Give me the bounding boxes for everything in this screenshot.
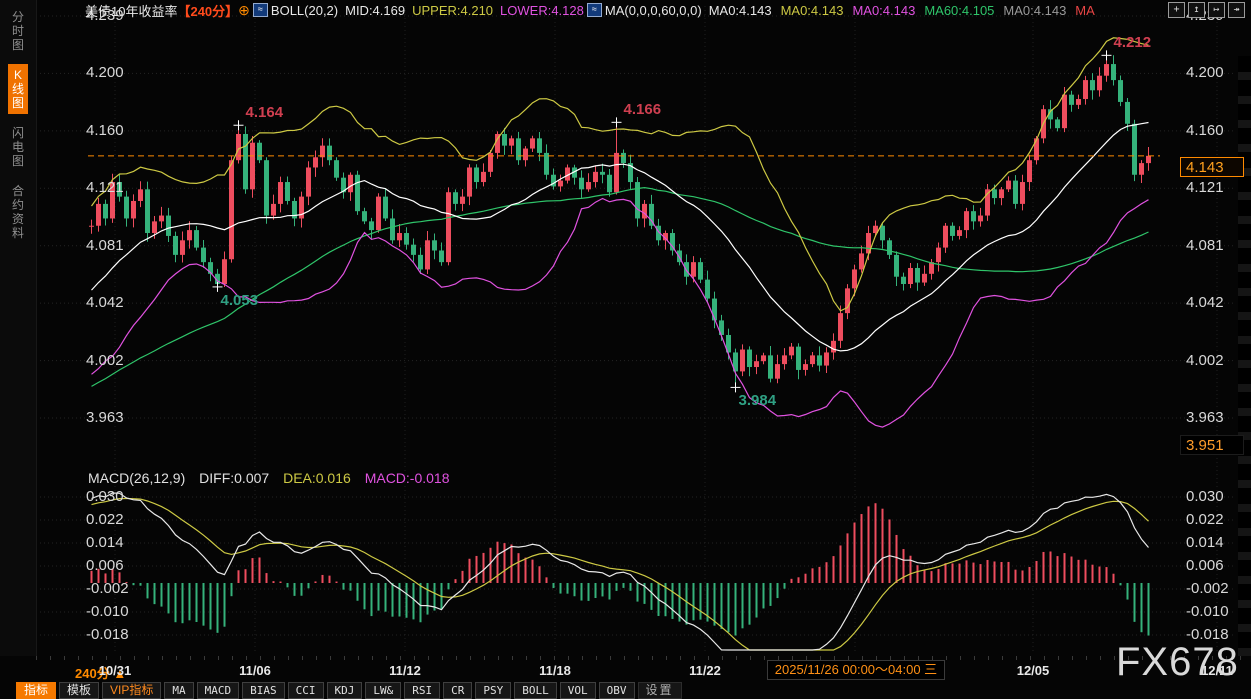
time-axis: 240分 ▲ 10/3111/0611/1211/1811/2212/0512/…: [0, 656, 1251, 682]
tab-指标[interactable]: 指标: [16, 682, 56, 699]
axis-vertical-icon[interactable]: ↥: [1188, 2, 1205, 18]
ma-value: MA0:4.143: [709, 3, 772, 18]
ma-value: MA: [1075, 3, 1095, 18]
date-label: 12/05: [998, 663, 1068, 678]
axis-tick: 4.002: [1186, 352, 1224, 369]
axis-tick: 3.963: [86, 409, 124, 426]
indicator-header: 美债10年收益率 【240分】 ⊕ ≈ BOLL(20,2) MID:4.169…: [36, 0, 1251, 20]
price-annotation: 4.166: [624, 101, 662, 118]
tab-设置[interactable]: 设置: [638, 682, 682, 699]
boll-name: BOLL(20,2): [271, 3, 338, 18]
date-label: 11/06: [220, 663, 290, 678]
date-label: 10/31: [80, 663, 150, 678]
axis-tick: 4.002: [86, 352, 124, 369]
period-badge[interactable]: 【240分】: [177, 1, 238, 20]
date-label: 11/22: [670, 663, 740, 678]
tab-BIAS[interactable]: BIAS: [242, 682, 285, 699]
tab-RSI[interactable]: RSI: [404, 682, 440, 699]
ma-value: MA60:4.105: [924, 3, 994, 18]
tab-MA[interactable]: MA: [164, 682, 193, 699]
tab-CR[interactable]: CR: [443, 682, 472, 699]
axis-tick: 0.022: [1186, 511, 1224, 528]
axis-tick: 0.030: [86, 488, 124, 505]
axis-tick: 4.121: [1186, 179, 1224, 196]
axis-tick: 4.081: [86, 237, 124, 254]
ma-value: MA0:4.143: [852, 3, 915, 18]
tab-OBV[interactable]: OBV: [599, 682, 635, 699]
price-annotation: 4.053: [221, 292, 259, 309]
price-annotation: 4.164: [246, 104, 284, 121]
price-annotation: 4.212: [1114, 34, 1152, 51]
axis-tick: -0.018: [1186, 626, 1229, 643]
date-label: 12/11: [1182, 663, 1251, 678]
sidebar-item-2[interactable]: 闪电图: [8, 122, 28, 172]
tab-KDJ[interactable]: KDJ: [327, 682, 363, 699]
macd-diff: DIFF:0.007: [199, 470, 269, 486]
ma-name: MA(0,0,0,60,0,0): [605, 3, 702, 18]
axis-tick: 0.014: [1186, 534, 1224, 551]
boll-upper: UPPER:4.210: [412, 3, 493, 18]
axis-horizontal-icon[interactable]: ↦: [1208, 2, 1225, 18]
tab-VIP指标[interactable]: VIP指标: [102, 682, 161, 699]
axis-tick: 4.081: [1186, 237, 1224, 254]
axis-tick: 4.042: [1186, 294, 1224, 311]
ma-indicator-icon: ≈: [587, 3, 602, 17]
axis-tick: 0.006: [1186, 557, 1224, 574]
last-price-box: 4.143: [1180, 157, 1244, 177]
axis-tick: 0.006: [86, 557, 124, 574]
axis-tick: -0.010: [86, 603, 129, 620]
tab-LW&[interactable]: LW&: [365, 682, 401, 699]
axis-tick: 4.121: [86, 179, 124, 196]
right-scrollbar[interactable]: [1238, 56, 1251, 656]
tab-VOL[interactable]: VOL: [560, 682, 596, 699]
macd-header: MACD(26,12,9) DIFF:0.007 DEA:0.016 MACD:…: [88, 470, 460, 486]
pan-right-icon[interactable]: ↠: [1228, 2, 1245, 18]
axis-tick: 0.014: [86, 534, 124, 551]
tab-PSY[interactable]: PSY: [475, 682, 511, 699]
expand-icon[interactable]: ⊕: [238, 2, 250, 19]
boll-indicator-icon: ≈: [253, 3, 268, 17]
crosshair-icon[interactable]: +: [1168, 2, 1185, 18]
axis-tick: -0.010: [1186, 603, 1229, 620]
tab-CCI[interactable]: CCI: [288, 682, 324, 699]
axis-tick: -0.002: [86, 580, 129, 597]
window-icons: +↥↦↠: [1168, 2, 1245, 18]
sidebar-item-0[interactable]: 分时图: [8, 6, 28, 56]
axis-tick: 4.042: [86, 294, 124, 311]
ma-value: MA0:4.143: [1003, 3, 1066, 18]
tab-BOLL[interactable]: BOLL: [514, 682, 557, 699]
selected-bar-time: 2025/11/26 00:00～04:00 三: [767, 660, 945, 680]
date-label: 11/12: [370, 663, 440, 678]
session-low-box: 3.951: [1180, 435, 1244, 455]
ma-value: MA0:4.143: [781, 3, 844, 18]
price-annotation: 3.984: [739, 392, 777, 409]
boll-lower: LOWER:4.128: [500, 3, 584, 18]
sidebar-item-1[interactable]: K线图: [8, 64, 28, 114]
axis-tick: 4.160: [86, 122, 124, 139]
axis-tick: 3.963: [1186, 409, 1224, 426]
axis-tick: 0.030: [1186, 488, 1224, 505]
macd-name: MACD(26,12,9): [88, 470, 185, 486]
ma-values: MA0:4.143 MA0:4.143 MA0:4.143 MA60:4.105 MA0…: [709, 3, 1104, 18]
sidebar-item-3[interactable]: 合约资料: [8, 180, 28, 244]
date-label: 11/18: [520, 663, 590, 678]
axis-tick: -0.018: [86, 626, 129, 643]
macd-dea: DEA:0.016: [283, 470, 351, 486]
left-sidebar: 分时图 K线图闪电图合约资料: [0, 0, 37, 658]
chart-title: 美债10年收益率: [85, 1, 177, 20]
axis-tick: 0.022: [86, 511, 124, 528]
tab-模板[interactable]: 模板: [59, 682, 99, 699]
indicator-toolbar: 指标模板VIP指标MAMACDBIASCCIKDJLW&RSICRPSYBOLL…: [16, 682, 1251, 699]
tab-MACD[interactable]: MACD: [197, 682, 240, 699]
axis-tick: 4.200: [86, 64, 124, 81]
axis-tick: -0.002: [1186, 580, 1229, 597]
boll-mid: MID:4.169: [345, 3, 405, 18]
axis-tick: 4.200: [1186, 64, 1224, 81]
macd-value: MACD:-0.018: [365, 470, 450, 486]
axis-tick: 4.160: [1186, 122, 1224, 139]
